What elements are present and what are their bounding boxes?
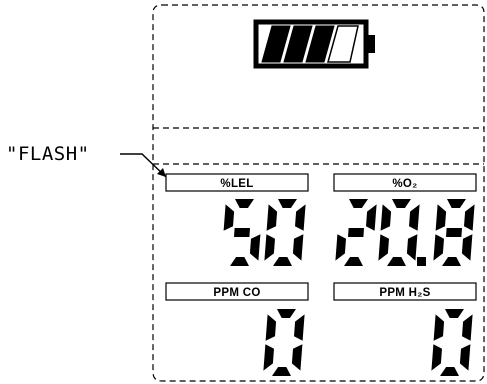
segment-d [230, 257, 249, 266]
segment-b [464, 204, 475, 231]
segment-d [442, 257, 461, 266]
label-h2s: PPM H₂S [333, 282, 477, 301]
svg-text:%LEL: %LEL [220, 178, 253, 190]
svg-text:PPM H₂S: PPM H₂S [379, 287, 430, 299]
seven-segment-digit [378, 199, 420, 266]
segment-e [335, 234, 346, 261]
label-o2: %O₂ [333, 173, 477, 192]
segment-g [234, 228, 250, 237]
segment-a [235, 199, 254, 208]
segment-e [263, 344, 274, 371]
segment-b [294, 314, 305, 341]
segment-d [344, 257, 363, 266]
seven-segment-digit [223, 199, 261, 266]
segment-c [249, 234, 261, 261]
segment-f [435, 204, 447, 231]
svg-text:PPM CO: PPM CO [213, 287, 260, 299]
seven-segment-digit [433, 199, 475, 266]
segment-d [387, 257, 406, 266]
label-lel: %LEL [165, 173, 309, 192]
segment-f [433, 314, 445, 341]
segment-f [380, 204, 392, 231]
segment-f [223, 204, 235, 231]
segment-d [273, 257, 292, 266]
segment-a [278, 199, 297, 208]
segment-b [295, 204, 306, 231]
segment-b [366, 204, 377, 231]
reading-o2-digits [335, 199, 475, 266]
segment-c [461, 234, 473, 261]
seven-segment-digit [431, 309, 473, 376]
segment-f [265, 314, 277, 341]
segment-e [431, 344, 442, 371]
segment-b [409, 204, 420, 231]
decimal-point [417, 257, 426, 266]
segment-a [447, 199, 466, 208]
segment-a [392, 199, 411, 208]
segment-c [292, 234, 304, 261]
segment-f [266, 204, 278, 231]
label-co: PPM CO [165, 282, 309, 301]
battery-charge-cells [261, 25, 359, 63]
segment-d [440, 367, 459, 376]
reading-lel-digits [223, 199, 306, 266]
segment-e [433, 234, 444, 261]
segment-g [446, 228, 462, 237]
seven-segment-digit [335, 199, 377, 266]
flash-callout-label: "FLASH" [6, 143, 90, 165]
flash-callout-arrow [120, 153, 167, 178]
reading-co-digits [263, 309, 305, 376]
segment-a [445, 309, 464, 318]
segment-g [348, 228, 364, 237]
seven-segment-digit [263, 309, 305, 376]
seven-segment-digit [264, 199, 306, 266]
segment-e [264, 234, 275, 261]
reading-h2s-digits [431, 309, 473, 376]
segment-a [349, 199, 368, 208]
svg-text:%O₂: %O₂ [392, 178, 417, 190]
gas-monitor-lcd-diagram: "FLASH" %LEL %O₂ PPM CO PPM H₂S [6, 4, 485, 382]
segment-c [459, 344, 471, 371]
segment-c [406, 234, 418, 261]
segment-c [291, 344, 303, 371]
segment-a [277, 309, 296, 318]
segment-b [462, 314, 473, 341]
segment-e [378, 234, 389, 261]
battery-icon [253, 19, 375, 69]
segment-d [272, 367, 291, 376]
